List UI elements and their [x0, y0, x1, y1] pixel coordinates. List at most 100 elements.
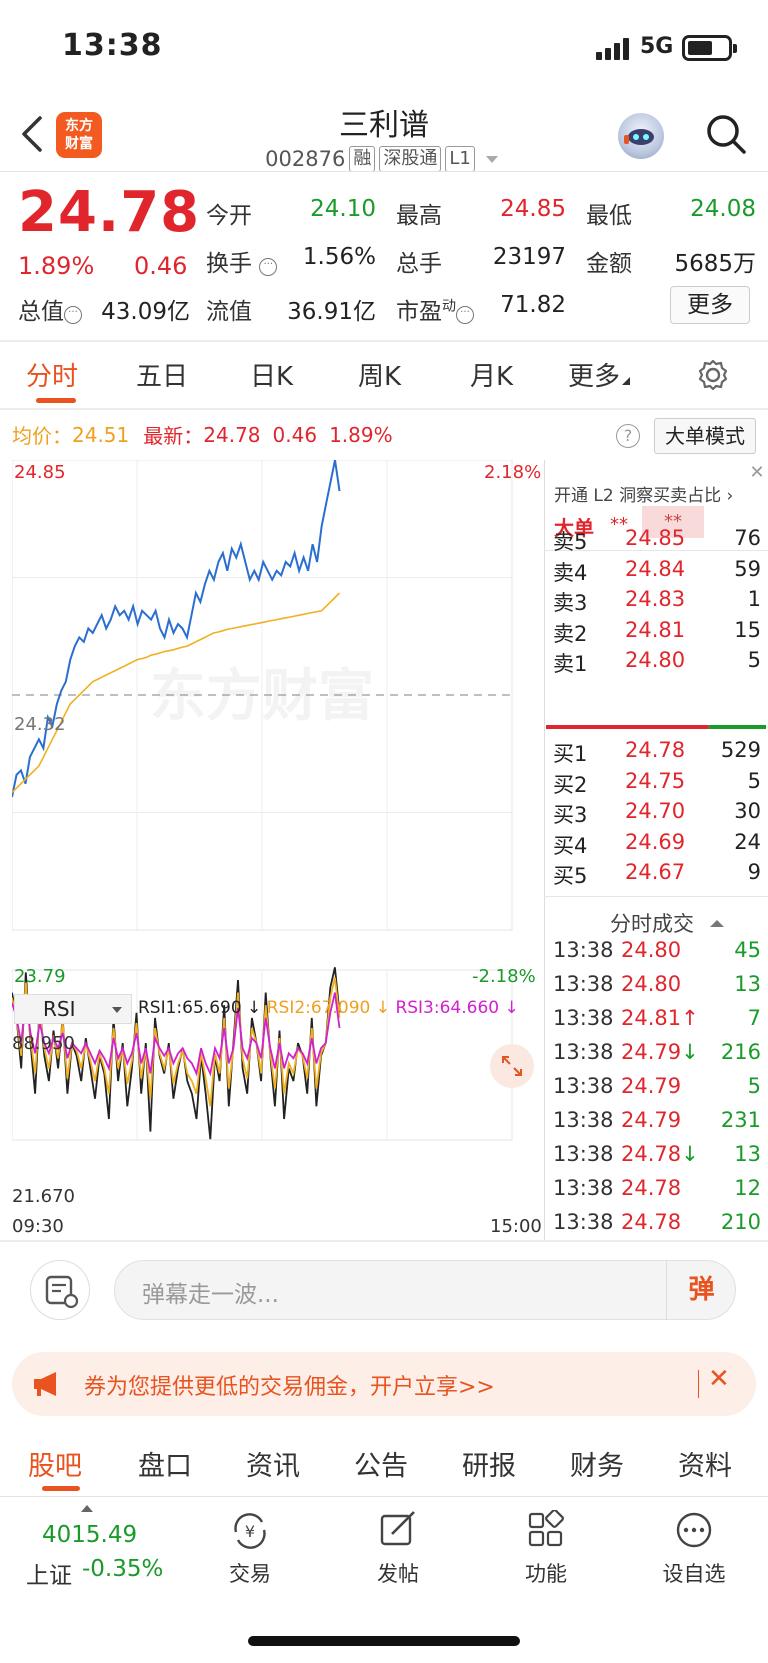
price-axis-mid: 24.32: [14, 714, 66, 735]
nav-post[interactable]: 发帖: [338, 1510, 458, 1588]
ask-row[interactable]: 卖3 24.83 1: [553, 587, 761, 619]
bigorder-mode-button[interactable]: 大单模式: [654, 418, 756, 454]
tab-intraday[interactable]: 分时: [26, 356, 78, 393]
price-info-line: 均价： 24.51 最新： 24.78 0.46 1.89%: [12, 420, 393, 449]
stock-code: 002876: [265, 147, 346, 171]
ask-row[interactable]: 卖1 24.80 5: [553, 648, 761, 680]
ask-volume: 15: [734, 617, 761, 642]
trade-row: 13:38 24.79↓ 216: [553, 1040, 761, 1072]
latest-change: 0.46: [272, 422, 318, 447]
danmaku-send-button[interactable]: 弹: [666, 1260, 736, 1320]
pe-label-text: 市盈: [396, 299, 442, 325]
bid-volume: 30: [734, 799, 761, 823]
watermark-logo: 东方财富: [150, 664, 374, 729]
ask-label: 卖2: [553, 621, 588, 646]
tab-weekly-k[interactable]: 周K: [358, 356, 401, 393]
ask-label: 卖4: [553, 560, 588, 585]
rsi-values: RSI1:65.690 ↓ RSI2:67.090 ↓ RSI3:64.660 …: [138, 998, 519, 1018]
pct-axis-bottom: -2.18%: [472, 966, 536, 987]
robot-avatar[interactable]: [618, 113, 664, 159]
trade-row: 13:38 24.78 210: [553, 1210, 761, 1242]
market-cap-label[interactable]: 总值 ···: [18, 292, 82, 326]
tab-more-label: 更多: [568, 362, 621, 392]
expand-button[interactable]: [490, 1044, 534, 1088]
trade-price-value: 24.79: [621, 1074, 682, 1098]
trade-row: 13:38 24.79 231: [553, 1108, 761, 1140]
tab-profile[interactable]: 资料: [678, 1444, 732, 1483]
tab-research[interactable]: 研报: [462, 1444, 516, 1483]
tab-monthly-k[interactable]: 月K: [470, 356, 513, 393]
bid-row[interactable]: 买1 24.78 529: [553, 738, 761, 770]
trade-row: 13:38 24.81↑ 7: [553, 1006, 761, 1038]
trades-title[interactable]: 分时成交: [610, 908, 728, 938]
rsi-selector[interactable]: RSI: [14, 994, 132, 1024]
bid-price: 24.67: [625, 860, 686, 884]
more-fields-button[interactable]: 更多: [670, 286, 750, 324]
ask-row[interactable]: 卖4 24.84 59: [553, 557, 761, 589]
bid-row[interactable]: 买3 24.70 30: [553, 799, 761, 831]
bid-price: 24.70: [625, 799, 686, 823]
latest-label: 最新：: [143, 424, 204, 448]
trade-time: 13:38: [553, 1074, 614, 1098]
bid-label: 买2: [553, 772, 588, 797]
tab-announcements[interactable]: 公告: [354, 1444, 408, 1483]
ask-row[interactable]: 卖2 24.81 15: [553, 618, 761, 650]
index-value[interactable]: 4015.49: [42, 1522, 137, 1548]
tab-more[interactable]: 更多: [568, 356, 631, 393]
tab-daily-k[interactable]: 日K: [250, 356, 293, 393]
l2-upgrade-link[interactable]: 开通 L2 洞察买卖占比 ›: [554, 481, 733, 506]
banner-close-icon[interactable]: ✕: [708, 1364, 730, 1394]
nav-trade-label: 交易: [229, 1562, 271, 1586]
ask-ratio-segment: [546, 725, 709, 729]
trade-price: 24.78↓: [621, 1142, 699, 1166]
close-icon[interactable]: ✕: [746, 462, 768, 484]
ask-price: 24.81: [625, 617, 686, 642]
bid-row[interactable]: 买5 24.67 9: [553, 860, 761, 892]
ask-price: 24.80: [625, 648, 686, 672]
trade-volume: 13: [734, 972, 761, 996]
change-amount: 0.46: [134, 252, 188, 280]
tag-margin: 融: [349, 146, 376, 172]
nav-trade[interactable]: ¥ 交易: [190, 1510, 310, 1588]
bid-row[interactable]: 买4 24.69 24: [553, 830, 761, 862]
ask-row[interactable]: 卖5 24.85 76: [553, 526, 761, 558]
intraday-chart[interactable]: 东方财富: [12, 460, 542, 1232]
market-cap-value: 43.09亿: [101, 299, 190, 325]
turnover-label-text: 换手: [206, 251, 252, 277]
tab-finance[interactable]: 财务: [570, 1444, 624, 1483]
help-icon[interactable]: ?: [616, 424, 640, 448]
more-dots-icon: [676, 1512, 712, 1548]
tab-5day[interactable]: 五日: [136, 356, 188, 393]
trade-price: 24.79: [621, 1074, 681, 1098]
megaphone-icon: [34, 1372, 56, 1396]
market-cap-label-text: 总值: [18, 299, 64, 325]
index-change[interactable]: -0.35%: [82, 1556, 163, 1582]
trade-price-value: 24.80: [621, 972, 682, 996]
latest-pct: 1.89%: [329, 422, 393, 447]
nav-functions[interactable]: 功能: [486, 1509, 606, 1588]
index-name[interactable]: 上证: [26, 1556, 72, 1590]
caret-up-icon: [710, 920, 724, 927]
tab-orderbook[interactable]: 盘口: [138, 1444, 192, 1483]
pe-label[interactable]: 市盈动 ···: [396, 292, 474, 326]
trade-row: 13:38 24.80 13: [553, 972, 761, 1004]
divider: [0, 171, 768, 172]
trade-row: 13:38 24.80 45: [553, 938, 761, 970]
gear-icon[interactable]: [696, 358, 730, 392]
promo-text[interactable]: 券为您提供更低的交易佣金，开户立享>>: [84, 1369, 495, 1401]
trade-arrow: ↓: [681, 1040, 699, 1064]
tab-forum[interactable]: 股吧: [28, 1444, 82, 1483]
volume-label: 总手: [396, 251, 442, 277]
tab-news[interactable]: 资讯: [246, 1444, 300, 1483]
yen-cycle-icon: ¥: [234, 1513, 266, 1549]
danmaku-settings-button[interactable]: [30, 1260, 90, 1320]
nav-watchlist[interactable]: 设自选: [634, 1510, 754, 1588]
high-value: 24.85: [500, 196, 566, 222]
trade-price-value: 24.78: [621, 1210, 682, 1234]
turnover-label[interactable]: 换手 ···: [206, 244, 278, 278]
search-icon[interactable]: [704, 112, 748, 156]
nav-watchlist-label: 设自选: [662, 1562, 726, 1586]
bid-row[interactable]: 买2 24.75 5: [553, 769, 761, 801]
rsi-min-label: 21.670: [12, 1186, 75, 1207]
rsi-selector-label: RSI: [43, 997, 76, 1021]
